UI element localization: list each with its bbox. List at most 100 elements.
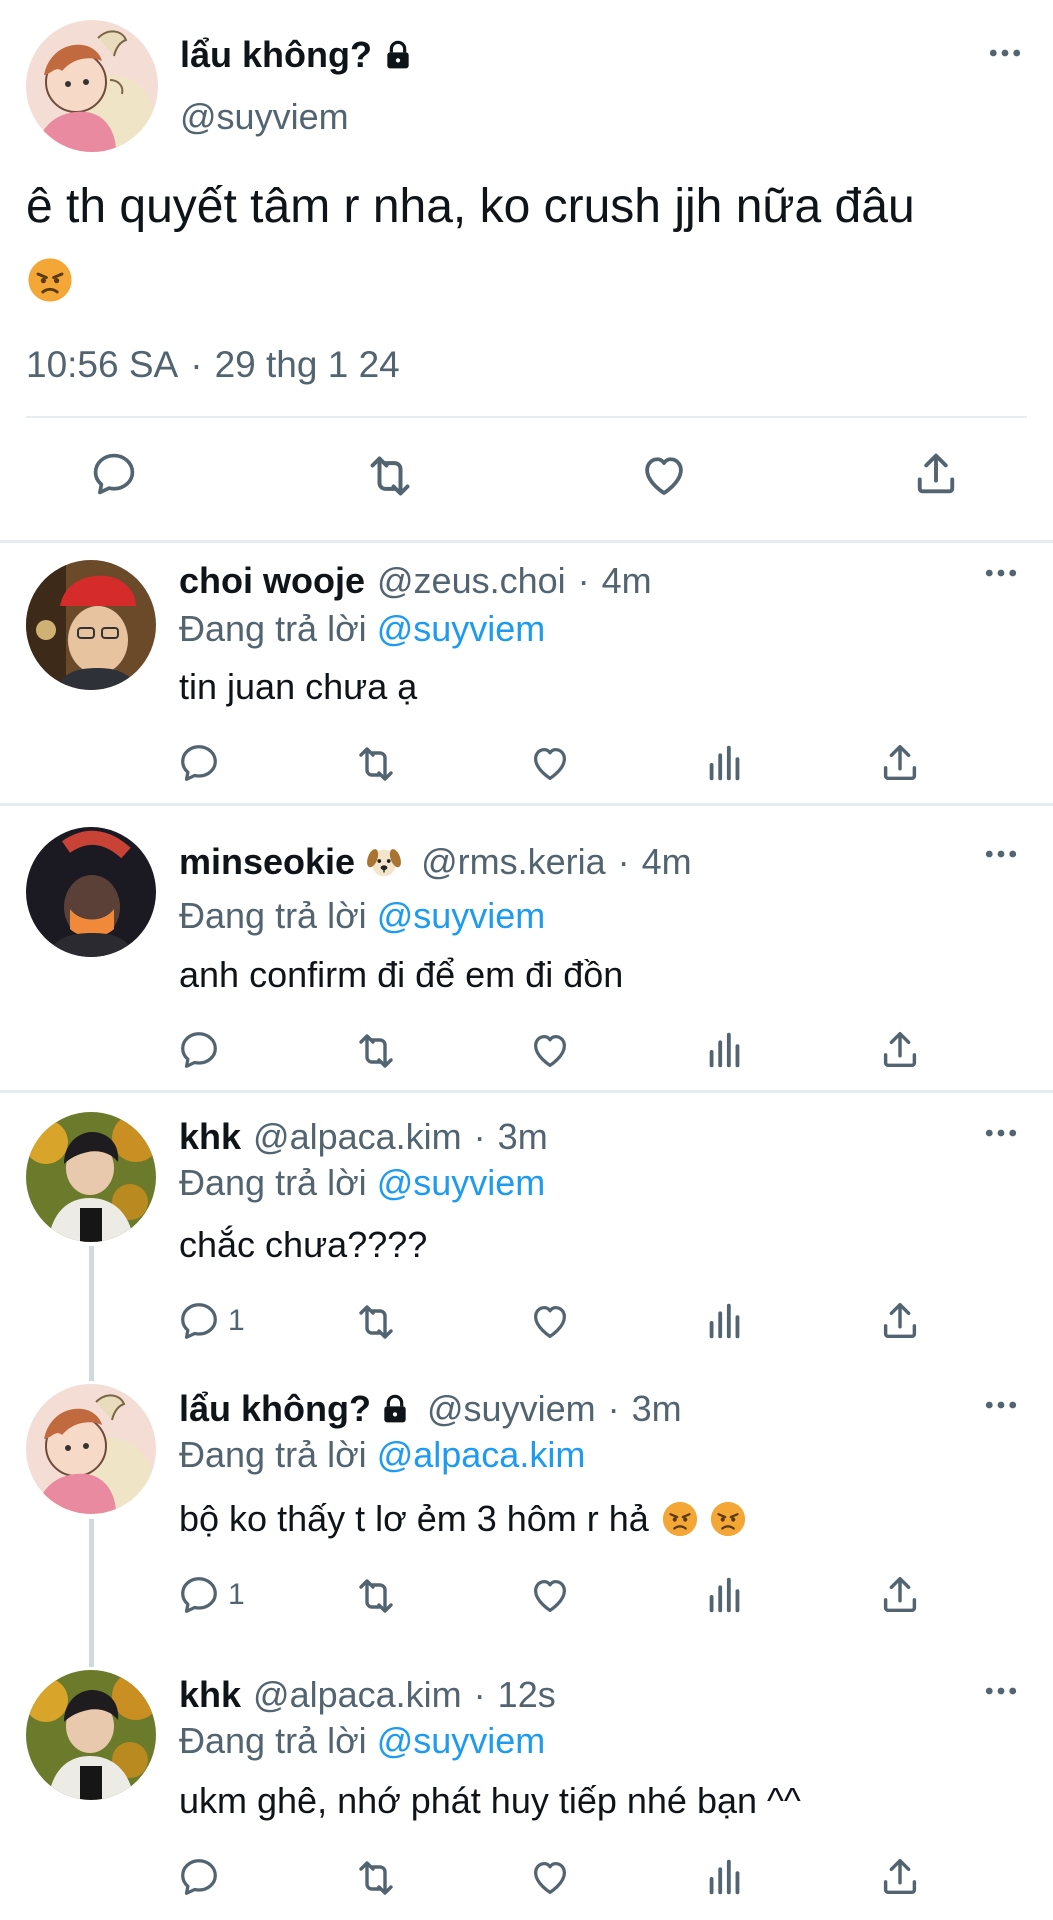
- reply-author-handle[interactable]: @suyviem: [427, 1388, 596, 1430]
- main-actions-bar: [0, 448, 1053, 508]
- avatar[interactable]: [26, 1384, 156, 1514]
- reply-icon[interactable]: [88, 448, 140, 500]
- reply-icon[interactable]: [176, 740, 228, 786]
- replying-prefix: Đang trả lời: [179, 1720, 367, 1761]
- reply-icon[interactable]: 1: [176, 1298, 245, 1344]
- reply-tweet[interactable]: choi wooje @zeus.choi · 4m Đang trả lời …: [0, 560, 1053, 800]
- reply-author-name[interactable]: lẩu không?: [179, 1388, 371, 1430]
- lock-icon: [382, 39, 414, 71]
- like-icon[interactable]: [637, 448, 691, 502]
- retweet-icon[interactable]: [352, 1027, 400, 1075]
- retweet-icon[interactable]: [352, 1572, 400, 1620]
- mention-link[interactable]: @alpaca.kim: [377, 1434, 586, 1475]
- time: 10:56 SA: [26, 344, 179, 385]
- views-icon[interactable]: [702, 1854, 748, 1900]
- retweet-icon[interactable]: [352, 1298, 400, 1346]
- reply-author-handle[interactable]: @rms.keria: [421, 841, 606, 883]
- display-name-text: lẩu không?: [180, 34, 372, 75]
- like-icon[interactable]: [527, 1572, 573, 1618]
- dog-face-emoji: [365, 843, 403, 881]
- avatar[interactable]: [26, 560, 156, 690]
- more-icon[interactable]: [985, 1686, 1017, 1696]
- like-icon[interactable]: [527, 1854, 573, 1900]
- reply-time: 3m: [497, 1116, 548, 1157]
- views-icon[interactable]: [702, 740, 748, 786]
- reply-icon[interactable]: 1: [176, 1572, 245, 1618]
- avatar[interactable]: [26, 1670, 156, 1800]
- reply-actions-bar: 1: [0, 1298, 1053, 1348]
- reply-author-name[interactable]: khk: [179, 1116, 241, 1158]
- more-icon[interactable]: [985, 1128, 1017, 1138]
- reply-text: bộ ko thấy t lơ ẻm 3 hôm r hả: [179, 1498, 649, 1539]
- replying-to: Đang trả lời @suyviem: [179, 895, 545, 937]
- reply-tweet[interactable]: lẩu không? @suyviem · 3m Đang trả lời @a…: [0, 1384, 1053, 1624]
- divider: [26, 416, 1027, 418]
- timestamp[interactable]: 10:56 SA · 29 thg 1 24: [26, 344, 400, 386]
- reply-tweet[interactable]: khk @alpaca.kim · 12s Đang trả lời @suyv…: [0, 1670, 1053, 1920]
- like-icon[interactable]: [527, 1027, 573, 1073]
- avatar[interactable]: [26, 1112, 156, 1242]
- replying-to: Đang trả lời @suyviem: [179, 608, 545, 650]
- reply-actions-bar: 1: [0, 1572, 1053, 1622]
- reply-time: 4m: [601, 560, 652, 601]
- share-icon[interactable]: [877, 1027, 923, 1073]
- reply-author-handle[interactable]: @zeus.choi: [377, 560, 566, 602]
- mention-link[interactable]: @suyviem: [377, 608, 546, 649]
- like-icon[interactable]: [527, 740, 573, 786]
- reply-author-name[interactable]: minseokie: [179, 841, 355, 883]
- replying-to: Đang trả lời @alpaca.kim: [179, 1434, 585, 1476]
- handle[interactable]: @suyviem: [180, 96, 349, 138]
- reply-author-handle[interactable]: @alpaca.kim: [253, 1116, 462, 1158]
- like-icon[interactable]: [527, 1298, 573, 1344]
- mention-link[interactable]: @suyviem: [377, 1162, 546, 1203]
- share-icon[interactable]: [910, 448, 962, 500]
- more-icon[interactable]: [985, 568, 1017, 578]
- views-icon[interactable]: [702, 1572, 748, 1618]
- share-icon[interactable]: [877, 1854, 923, 1900]
- reply-time: 12s: [497, 1674, 556, 1715]
- reply-icon[interactable]: [176, 1854, 228, 1900]
- reply-text-row: bộ ko thấy t lơ ẻm 3 hôm r hả: [179, 1498, 747, 1540]
- reply-tweet[interactable]: minseokie @rms.keria · 4m Đang trả lời @…: [0, 827, 1053, 1077]
- angry-face-emoji: [26, 256, 74, 304]
- reply-text: tin juan chưa ạ: [179, 666, 418, 707]
- date: 29 thg 1 24: [214, 344, 400, 385]
- share-icon[interactable]: [877, 740, 923, 786]
- reply-author-name[interactable]: khk: [179, 1674, 241, 1716]
- dot-separator: ·: [473, 1674, 486, 1715]
- replying-prefix: Đang trả lời: [179, 608, 367, 649]
- replying-prefix: Đang trả lời: [179, 895, 367, 936]
- reply-text: ukm ghê, nhớ phát huy tiếp nhé bạn ^^: [179, 1780, 801, 1821]
- more-icon[interactable]: [985, 849, 1017, 859]
- dot-separator: ·: [190, 344, 203, 385]
- avatar[interactable]: [26, 827, 156, 957]
- reply-author-name[interactable]: choi wooje: [179, 560, 365, 602]
- divider: [0, 1090, 1053, 1093]
- tweet-text-body: ê th quyết tâm r nha, ko crush jjh nữa đ…: [26, 180, 915, 233]
- reply-author-handle[interactable]: @alpaca.kim: [253, 1674, 462, 1716]
- more-icon[interactable]: [989, 48, 1021, 58]
- reply-icon[interactable]: [176, 1027, 228, 1073]
- reply-time: 4m: [641, 841, 692, 882]
- reply-text: anh confirm đi để em đi đồn: [179, 954, 624, 995]
- angry-face-emoji: [661, 1500, 699, 1538]
- views-icon[interactable]: [702, 1027, 748, 1073]
- replying-to: Đang trả lời @suyviem: [179, 1162, 545, 1204]
- retweet-icon[interactable]: [352, 740, 400, 788]
- retweet-icon[interactable]: [352, 1854, 400, 1902]
- retweet-icon[interactable]: [362, 448, 418, 504]
- dot-separator: ·: [617, 841, 630, 882]
- views-icon[interactable]: [702, 1298, 748, 1344]
- reply-tweet[interactable]: khk @alpaca.kim · 3m Đang trả lời @suyvi…: [0, 1112, 1053, 1352]
- avatar[interactable]: [26, 20, 158, 152]
- dot-separator: ·: [473, 1116, 486, 1157]
- replying-prefix: Đang trả lời: [179, 1162, 367, 1203]
- reply-actions-bar: [0, 740, 1053, 790]
- more-icon[interactable]: [985, 1400, 1017, 1410]
- display-name[interactable]: lẩu không?: [180, 34, 414, 76]
- mention-link[interactable]: @suyviem: [377, 895, 546, 936]
- share-icon[interactable]: [877, 1572, 923, 1618]
- tweet-text: ê th quyết tâm r nha, ko crush jjh nữa đ…: [26, 172, 1026, 312]
- mention-link[interactable]: @suyviem: [377, 1720, 546, 1761]
- share-icon[interactable]: [877, 1298, 923, 1344]
